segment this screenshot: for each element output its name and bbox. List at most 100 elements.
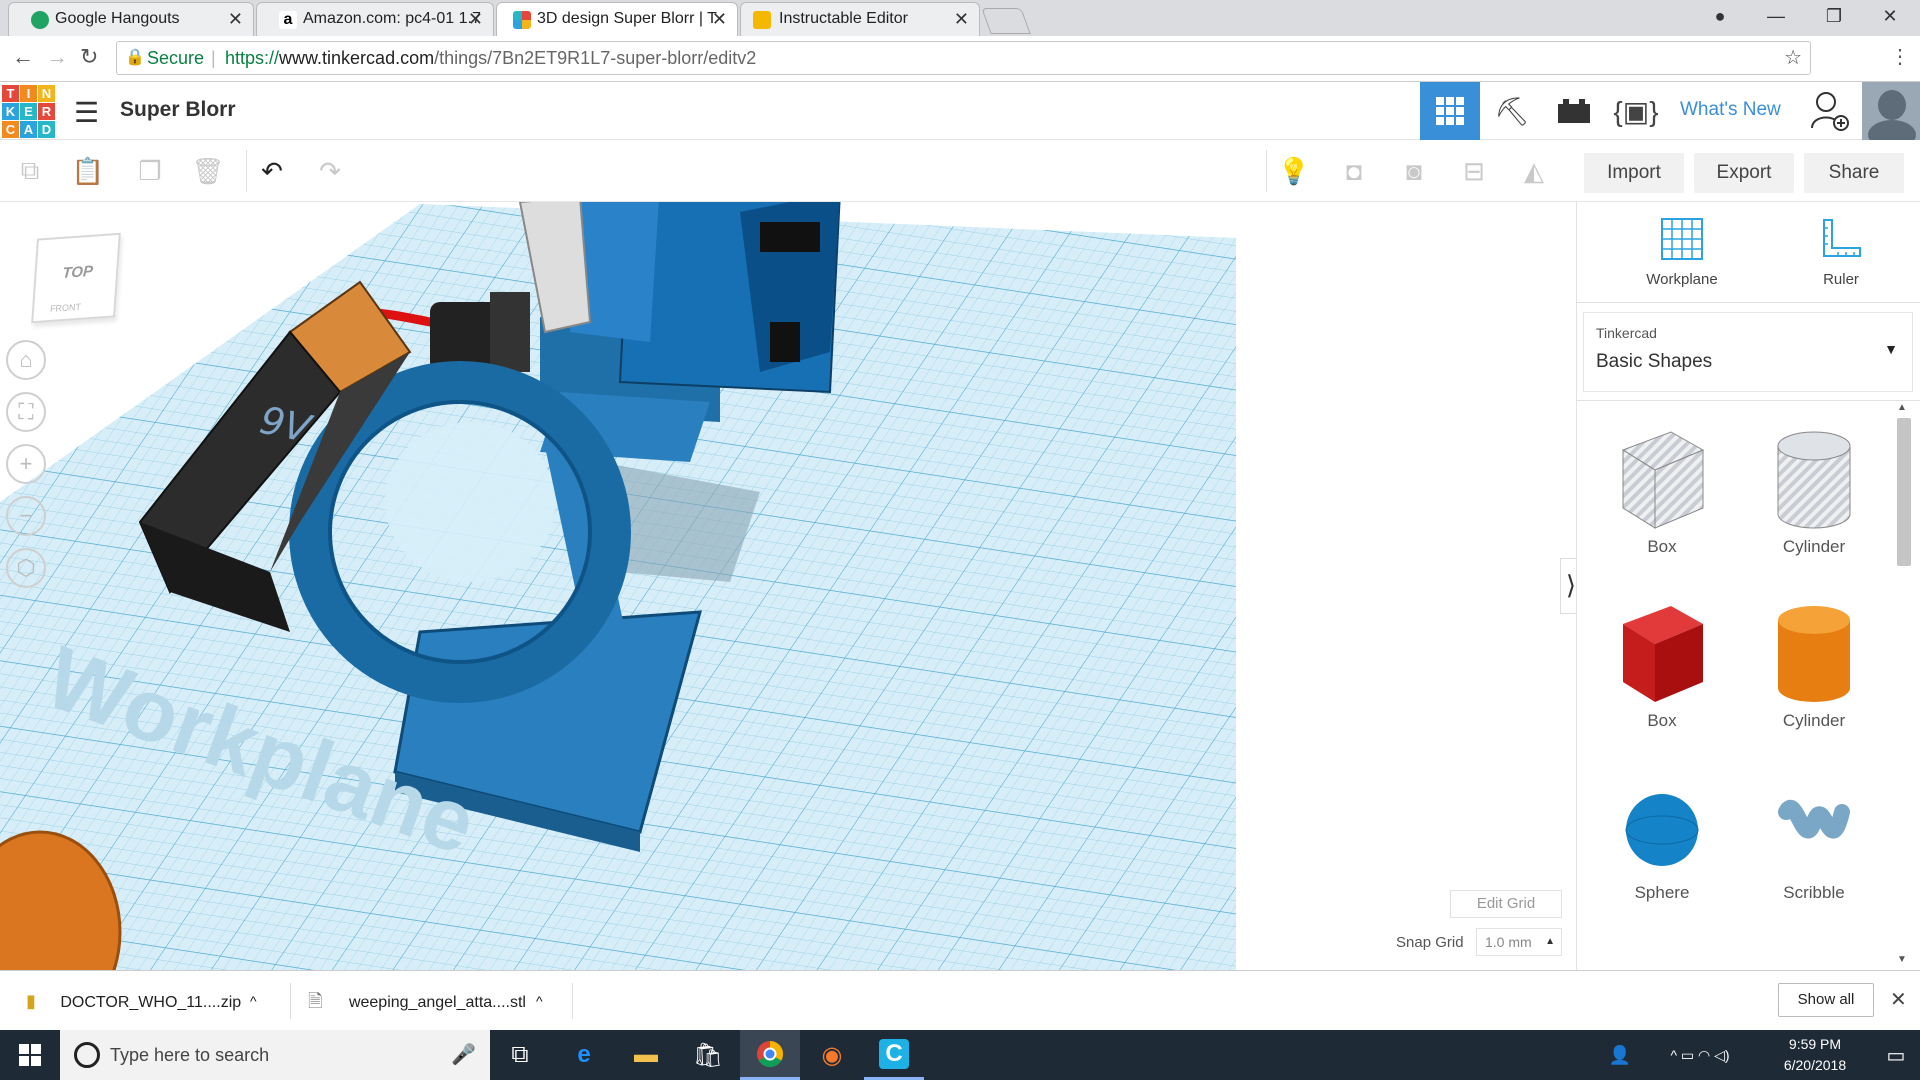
address-bar[interactable]: 🔒 Secure | https://www.tinkercad.com/thi… [116, 41, 1811, 75]
shape-scribble[interactable]: Scribble [1739, 782, 1889, 903]
close-icon[interactable]: ✕ [954, 3, 969, 35]
tinkercad-logo[interactable]: TIN KER CAD [2, 85, 58, 141]
edit-grid-button[interactable]: Edit Grid [1450, 890, 1562, 918]
scroll-down-icon[interactable]: ▼ [1897, 954, 1907, 965]
edge-icon[interactable]: e [554, 1030, 614, 1080]
reload-icon[interactable]: ↻ [80, 44, 98, 70]
library-select[interactable]: Tinkercad Basic Shapes ▼ [1583, 312, 1913, 392]
tinkercad-icon [513, 11, 531, 29]
zoom-in-icon[interactable]: + [6, 444, 46, 484]
home-view-icon[interactable]: ⌂ [6, 340, 46, 380]
clock[interactable]: 9:59 PM 6/20/2018 [1760, 1034, 1870, 1076]
codeblocks-icon[interactable]: {▣} [1606, 82, 1666, 140]
ruler-tool[interactable]: Ruler [1791, 216, 1891, 288]
undo-icon[interactable]: ↶ [250, 150, 294, 192]
profile-icon[interactable]: ● [1692, 0, 1748, 32]
bookmark-star-icon[interactable]: ☆ [1784, 42, 1802, 74]
task-view-icon[interactable]: ⧉ [490, 1030, 550, 1080]
system-tray-icons[interactable]: ^ ▭ ◠ ◁) [1640, 1030, 1760, 1080]
tab-3d-design[interactable]: 3D design Super Blorr | T ✕ [496, 2, 738, 36]
lock-icon: 🔒 [125, 49, 145, 66]
delete-icon[interactable]: 🗑 [186, 150, 230, 192]
zoom-out-icon[interactable]: − [6, 496, 46, 536]
scroll-up-icon[interactable]: ▲ [1897, 402, 1907, 413]
redo-icon[interactable]: ↷ [308, 150, 352, 192]
new-tab-button[interactable] [981, 8, 1031, 34]
barrel-jack[interactable] [430, 292, 530, 372]
lightbulb-icon[interactable]: 💡 [1272, 150, 1316, 192]
avatar[interactable] [1862, 82, 1920, 140]
shape-sphere[interactable]: Sphere [1587, 782, 1737, 903]
tab-google-hangouts[interactable]: Google Hangouts ✕ [8, 2, 254, 36]
download-item[interactable]: ▮ DOCTOR_WHO_11....zip [26, 971, 241, 1031]
view-cube-front: FRONT [49, 301, 82, 314]
chevron-up-icon[interactable]: ^ [536, 971, 543, 1031]
panel-scrollbar[interactable] [1897, 418, 1911, 566]
microphone-icon[interactable]: 🎤 [451, 1030, 476, 1080]
close-downloads-icon[interactable]: ✕ [1890, 987, 1907, 1012]
shape-cylinder-hole[interactable]: Cylinder [1739, 428, 1889, 557]
workplane-tool[interactable]: Workplane [1627, 216, 1737, 288]
editor-toolbar: ⧉ 📋 ❐ 🗑 ↶ ↷ 💡 ◘ ◙ ⊟ ◭ Import Export Shar… [0, 140, 1920, 202]
mirror-icon[interactable]: ◭ [1512, 150, 1556, 192]
file-icon: 🗎 [308, 991, 323, 1011]
tab-label: 3D design Super Blorr | T [537, 10, 717, 27]
ungroup-icon[interactable]: ◙ [1392, 150, 1436, 192]
logo-letter: T [2, 85, 19, 102]
blender-icon[interactable]: ◉ [802, 1030, 862, 1080]
file-explorer-icon[interactable]: ▬ [616, 1030, 676, 1080]
logo-letter: I [20, 85, 37, 102]
close-icon[interactable]: ✕ [468, 3, 483, 35]
design-list-icon[interactable]: ☰ [74, 96, 99, 129]
maximize-icon[interactable]: ❐ [1806, 0, 1862, 32]
whats-new-link[interactable]: What's New [1680, 99, 1781, 121]
browser-tab-strip: Google Hangouts ✕ a Amazon.com: pc4-01 1… [0, 0, 1920, 36]
group-icon[interactable]: ◘ [1332, 150, 1376, 192]
browser-menu-icon[interactable]: ⋮ [1890, 44, 1910, 69]
import-button[interactable]: Import [1584, 153, 1684, 193]
taskbar-search[interactable]: Type here to search 🎤 [60, 1030, 490, 1080]
toolbar-divider [1266, 150, 1267, 192]
close-icon[interactable]: ✕ [712, 3, 727, 35]
search-placeholder: Type here to search [110, 1045, 270, 1065]
pickaxe-icon[interactable]: ⛏ [1482, 82, 1542, 140]
view-cube[interactable]: TOP FRONT [31, 232, 121, 324]
close-icon[interactable]: ✕ [228, 3, 243, 35]
store-icon[interactable]: 🛍 [678, 1030, 738, 1080]
shape-box-solid[interactable]: Box [1587, 602, 1737, 731]
forward-icon[interactable]: → [46, 44, 68, 70]
chrome-icon[interactable] [740, 1030, 800, 1080]
show-all-button[interactable]: Show all [1778, 983, 1874, 1017]
shape-cylinder-solid[interactable]: Cylinder [1739, 602, 1889, 731]
align-icon[interactable]: ⊟ [1452, 150, 1496, 192]
tab-amazon[interactable]: a Amazon.com: pc4-01 1.7 ✕ [256, 2, 494, 36]
app-header: TIN KER CAD ☰ Super Blorr ⛏ {▣} What's New [0, 82, 1920, 140]
browser-toolbar: ← → ↻ 🔒 Secure | https://www.tinkercad.c… [0, 36, 1920, 82]
add-user-icon[interactable] [1800, 82, 1860, 140]
action-center-icon[interactable]: ▭ [1866, 1030, 1920, 1080]
workplane-scene: 9V Workplane [0, 202, 1236, 970]
3d-design-view-icon[interactable] [1420, 82, 1480, 140]
snap-grid-select[interactable]: 1.0 mm ▲ [1476, 928, 1562, 956]
cura-icon[interactable]: C [864, 1030, 924, 1080]
copy-icon[interactable]: ⧉ [8, 150, 52, 192]
share-button[interactable]: Share [1804, 153, 1904, 193]
shape-box-hole[interactable]: Box [1587, 428, 1737, 557]
close-window-icon[interactable]: ✕ [1862, 0, 1918, 32]
perspective-icon[interactable]: ⬡ [6, 548, 46, 588]
3d-viewport[interactable]: 9V Workplane TOP FRONT ⌂ ⛶ + − ⬡ Edit Gr… [0, 202, 1574, 970]
paste-icon[interactable]: 📋 [66, 150, 110, 192]
windows-start-icon[interactable] [0, 1030, 60, 1080]
export-button[interactable]: Export [1694, 153, 1794, 193]
logo-letter: N [38, 85, 55, 102]
download-item[interactable]: 🗎 weeping_angel_atta....stl [308, 971, 526, 1031]
amazon-icon: a [279, 11, 297, 29]
back-icon[interactable]: ← [12, 44, 34, 70]
fit-all-icon[interactable]: ⛶ [6, 392, 46, 432]
bricks-icon[interactable] [1544, 82, 1604, 140]
duplicate-icon[interactable]: ❐ [128, 150, 172, 192]
tab-instructable-editor[interactable]: Instructable Editor ✕ [740, 2, 980, 36]
design-title[interactable]: Super Blorr [120, 98, 236, 122]
chevron-up-icon[interactable]: ^ [250, 971, 257, 1031]
minimize-icon[interactable]: — [1748, 0, 1804, 32]
